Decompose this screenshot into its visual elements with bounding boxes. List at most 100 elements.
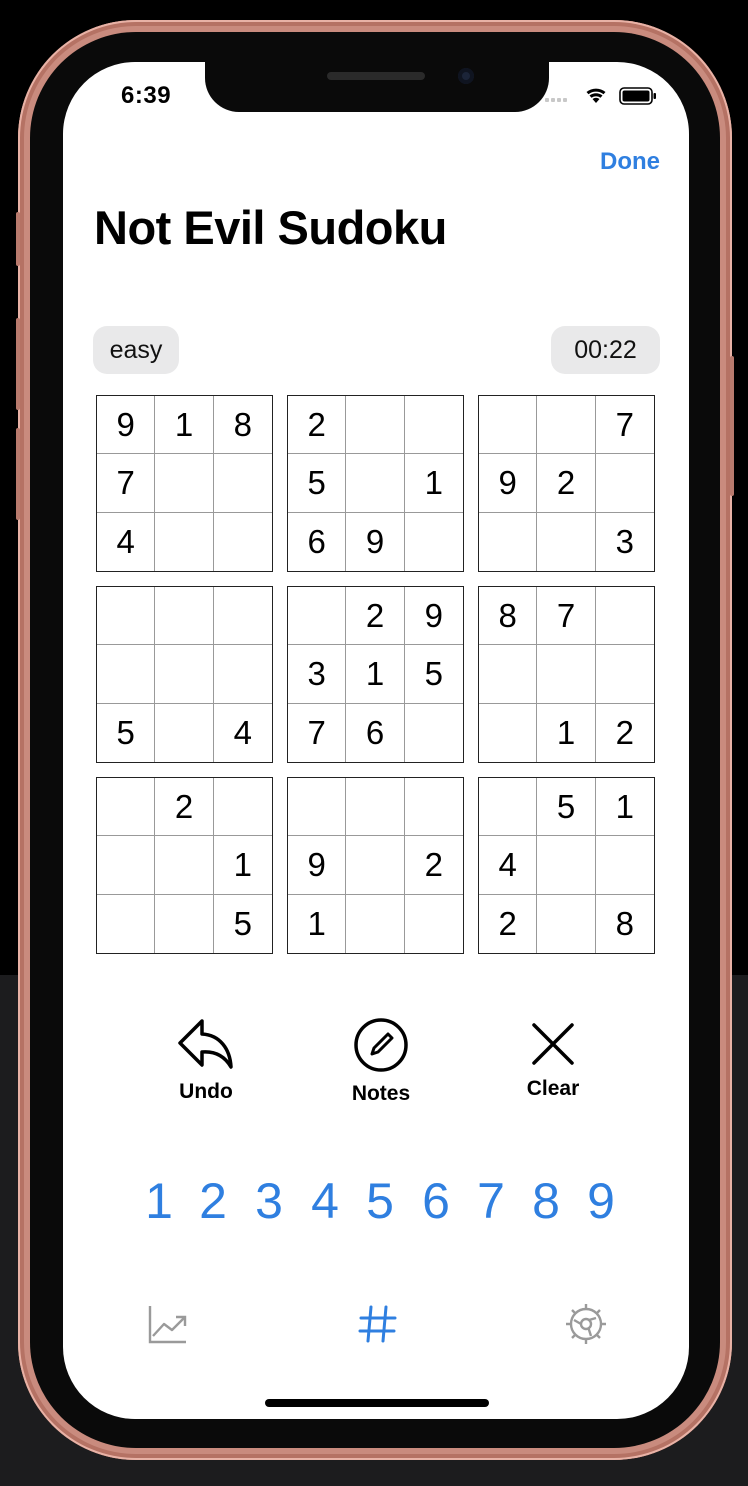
side-button bbox=[730, 356, 734, 496]
sudoku-cell[interactable]: 2 bbox=[479, 894, 538, 953]
sudoku-cell[interactable]: 6 bbox=[288, 512, 347, 571]
sudoku-cell[interactable]: 7 bbox=[537, 587, 596, 646]
sudoku-cell[interactable] bbox=[405, 895, 463, 953]
sudoku-cell[interactable] bbox=[537, 645, 596, 704]
sudoku-cell[interactable]: 9 bbox=[288, 836, 347, 895]
sudoku-cell[interactable] bbox=[405, 704, 463, 762]
number-button-3[interactable]: 3 bbox=[249, 1172, 289, 1230]
sudoku-cell[interactable] bbox=[537, 512, 596, 571]
sudoku-cell[interactable]: 3 bbox=[596, 513, 654, 571]
sudoku-cell[interactable] bbox=[97, 587, 156, 646]
tab-stats[interactable] bbox=[144, 1300, 192, 1348]
sudoku-cell[interactable]: 5 bbox=[404, 645, 463, 704]
sudoku-cell[interactable]: 4 bbox=[214, 704, 272, 762]
tab-settings[interactable] bbox=[562, 1300, 610, 1348]
sudoku-cell[interactable] bbox=[537, 836, 596, 895]
sudoku-cell[interactable]: 1 bbox=[404, 454, 463, 513]
sudoku-cell[interactable] bbox=[404, 778, 463, 837]
sudoku-cell[interactable]: 9 bbox=[479, 454, 538, 513]
sudoku-cell[interactable] bbox=[346, 454, 405, 513]
sudoku-cell[interactable]: 9 bbox=[346, 512, 405, 571]
sudoku-cell[interactable] bbox=[405, 513, 463, 571]
sudoku-cell[interactable] bbox=[97, 894, 156, 953]
sudoku-cell[interactable] bbox=[479, 703, 538, 762]
sudoku-cell[interactable] bbox=[479, 645, 538, 704]
sudoku-cell[interactable] bbox=[155, 587, 214, 646]
sudoku-cell[interactable]: 5 bbox=[214, 895, 272, 953]
sudoku-cell[interactable]: 1 bbox=[537, 703, 596, 762]
sudoku-cell[interactable] bbox=[213, 645, 272, 704]
number-button-6[interactable]: 6 bbox=[416, 1172, 456, 1230]
sudoku-cell[interactable] bbox=[214, 513, 272, 571]
number-button-2[interactable]: 2 bbox=[193, 1172, 233, 1230]
sudoku-cell[interactable] bbox=[595, 836, 654, 895]
side-button bbox=[16, 428, 20, 520]
sudoku-cell[interactable]: 4 bbox=[479, 836, 538, 895]
clear-button[interactable]: Clear bbox=[515, 1020, 591, 1101]
sudoku-cell[interactable] bbox=[404, 396, 463, 455]
sudoku-cell[interactable]: 2 bbox=[346, 587, 405, 646]
sudoku-cell[interactable]: 6 bbox=[346, 703, 405, 762]
sudoku-cell[interactable] bbox=[97, 645, 156, 704]
number-button-8[interactable]: 8 bbox=[526, 1172, 566, 1230]
sudoku-cell[interactable]: 3 bbox=[288, 645, 347, 704]
sudoku-cell[interactable] bbox=[213, 454, 272, 513]
sudoku-cell[interactable] bbox=[288, 587, 347, 646]
sudoku-cell[interactable] bbox=[97, 836, 156, 895]
notes-button[interactable]: Notes bbox=[341, 1017, 421, 1106]
sudoku-cell[interactable]: 2 bbox=[155, 778, 214, 837]
sudoku-cell[interactable] bbox=[346, 894, 405, 953]
sudoku-cell[interactable]: 7 bbox=[97, 454, 156, 513]
sudoku-cell[interactable]: 4 bbox=[97, 512, 156, 571]
sudoku-cell[interactable] bbox=[346, 778, 405, 837]
sudoku-cell[interactable] bbox=[155, 703, 214, 762]
sudoku-cell[interactable]: 8 bbox=[213, 396, 272, 455]
sudoku-cell[interactable]: 9 bbox=[97, 396, 156, 455]
sudoku-cell[interactable]: 5 bbox=[97, 703, 156, 762]
number-button-9[interactable]: 9 bbox=[581, 1172, 621, 1230]
sudoku-cell[interactable]: 1 bbox=[213, 836, 272, 895]
sudoku-cell[interactable] bbox=[288, 778, 347, 837]
sudoku-cell[interactable]: 1 bbox=[595, 778, 654, 837]
number-button-4[interactable]: 4 bbox=[305, 1172, 345, 1230]
sudoku-cell[interactable]: 7 bbox=[288, 703, 347, 762]
number-button-5[interactable]: 5 bbox=[360, 1172, 400, 1230]
sudoku-cell[interactable] bbox=[537, 396, 596, 455]
done-button[interactable]: Done bbox=[600, 148, 660, 176]
number-button-7[interactable]: 7 bbox=[471, 1172, 511, 1230]
sudoku-cell[interactable] bbox=[155, 512, 214, 571]
sudoku-cell[interactable] bbox=[537, 894, 596, 953]
sudoku-cell[interactable]: 1 bbox=[346, 645, 405, 704]
sudoku-cell[interactable] bbox=[155, 454, 214, 513]
sudoku-cell[interactable]: 8 bbox=[596, 895, 654, 953]
sudoku-cell[interactable]: 1 bbox=[288, 894, 347, 953]
sudoku-cell[interactable] bbox=[479, 512, 538, 571]
tab-game[interactable] bbox=[353, 1300, 401, 1348]
sudoku-cell[interactable]: 2 bbox=[596, 704, 654, 762]
sudoku-cell[interactable]: 1 bbox=[155, 396, 214, 455]
sudoku-cell[interactable] bbox=[213, 778, 272, 837]
sudoku-cell[interactable] bbox=[595, 454, 654, 513]
sudoku-cell[interactable]: 2 bbox=[537, 454, 596, 513]
undo-button[interactable]: Undo bbox=[168, 1017, 244, 1104]
sudoku-cell[interactable] bbox=[97, 778, 156, 837]
number-button-1[interactable]: 1 bbox=[139, 1172, 179, 1230]
sudoku-cell[interactable]: 5 bbox=[288, 454, 347, 513]
sudoku-cell[interactable] bbox=[213, 587, 272, 646]
sudoku-cell[interactable] bbox=[155, 894, 214, 953]
sudoku-cell[interactable] bbox=[346, 396, 405, 455]
sudoku-cell[interactable] bbox=[155, 836, 214, 895]
sudoku-cell[interactable] bbox=[479, 778, 538, 837]
sudoku-cell[interactable] bbox=[346, 836, 405, 895]
sudoku-cell[interactable]: 7 bbox=[595, 396, 654, 455]
sudoku-cell[interactable] bbox=[155, 645, 214, 704]
sudoku-cell[interactable] bbox=[479, 396, 538, 455]
sudoku-cell[interactable]: 8 bbox=[479, 587, 538, 646]
sudoku-cell[interactable]: 2 bbox=[404, 836, 463, 895]
sudoku-cell[interactable]: 2 bbox=[288, 396, 347, 455]
speaker-grille bbox=[327, 72, 425, 80]
sudoku-cell[interactable]: 5 bbox=[537, 778, 596, 837]
sudoku-cell[interactable] bbox=[595, 587, 654, 646]
sudoku-cell[interactable]: 9 bbox=[404, 587, 463, 646]
sudoku-cell[interactable] bbox=[595, 645, 654, 704]
